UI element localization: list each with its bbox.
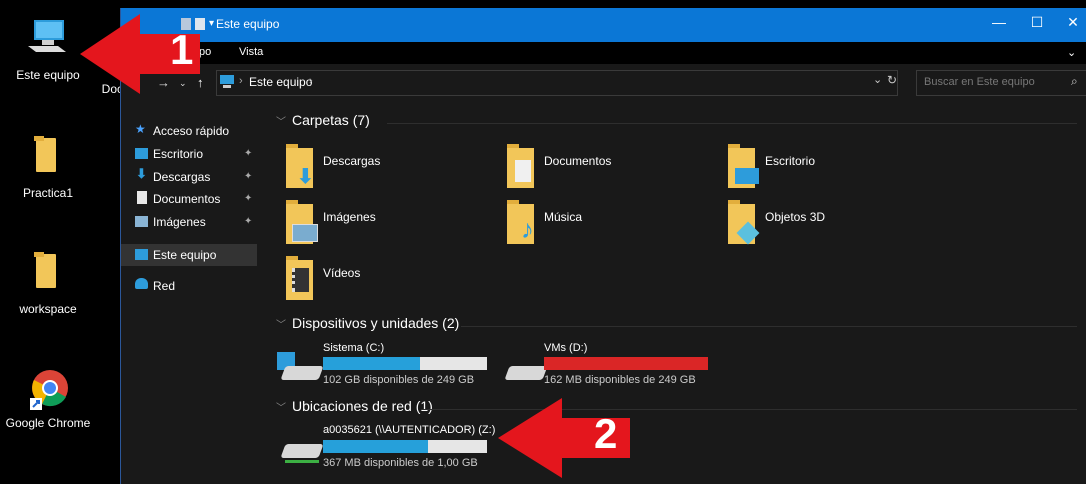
annotation-number-1: 1 — [170, 26, 194, 73]
annotation-layer — [80, 14, 630, 478]
annotation-number-2: 2 — [594, 410, 618, 457]
